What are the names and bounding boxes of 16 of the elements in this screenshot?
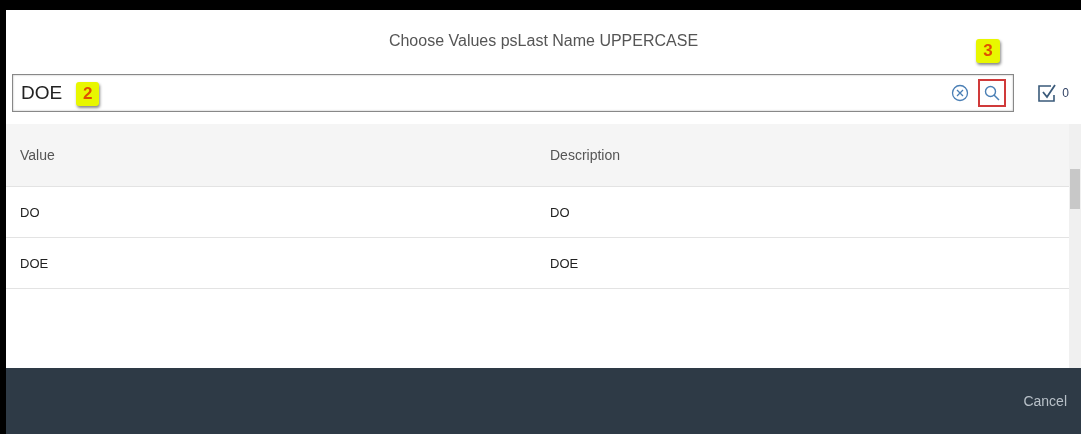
- scrollbar[interactable]: [1069, 124, 1081, 368]
- dialog-title: Choose Values psLast Name UPPERCASE: [388, 32, 699, 50]
- clear-icon: [951, 84, 970, 102]
- callout-badge: 2: [76, 82, 100, 106]
- column-header: Description: [549, 147, 622, 163]
- callout-badge: 3: [976, 39, 1000, 63]
- table-cell-text: DO: [549, 204, 571, 220]
- cancel-button[interactable]: Cancel: [1017, 392, 1073, 410]
- column-header: Value: [19, 147, 56, 163]
- checkbox-icon[interactable]: [1036, 82, 1059, 104]
- selected-count: 0: [1062, 86, 1069, 100]
- table-cell-text: DOE: [19, 255, 50, 271]
- table-cell-text: DOE: [549, 255, 580, 271]
- table-cell-text: DO: [19, 204, 41, 220]
- search-button[interactable]: [978, 79, 1007, 107]
- search-icon: [983, 84, 1002, 102]
